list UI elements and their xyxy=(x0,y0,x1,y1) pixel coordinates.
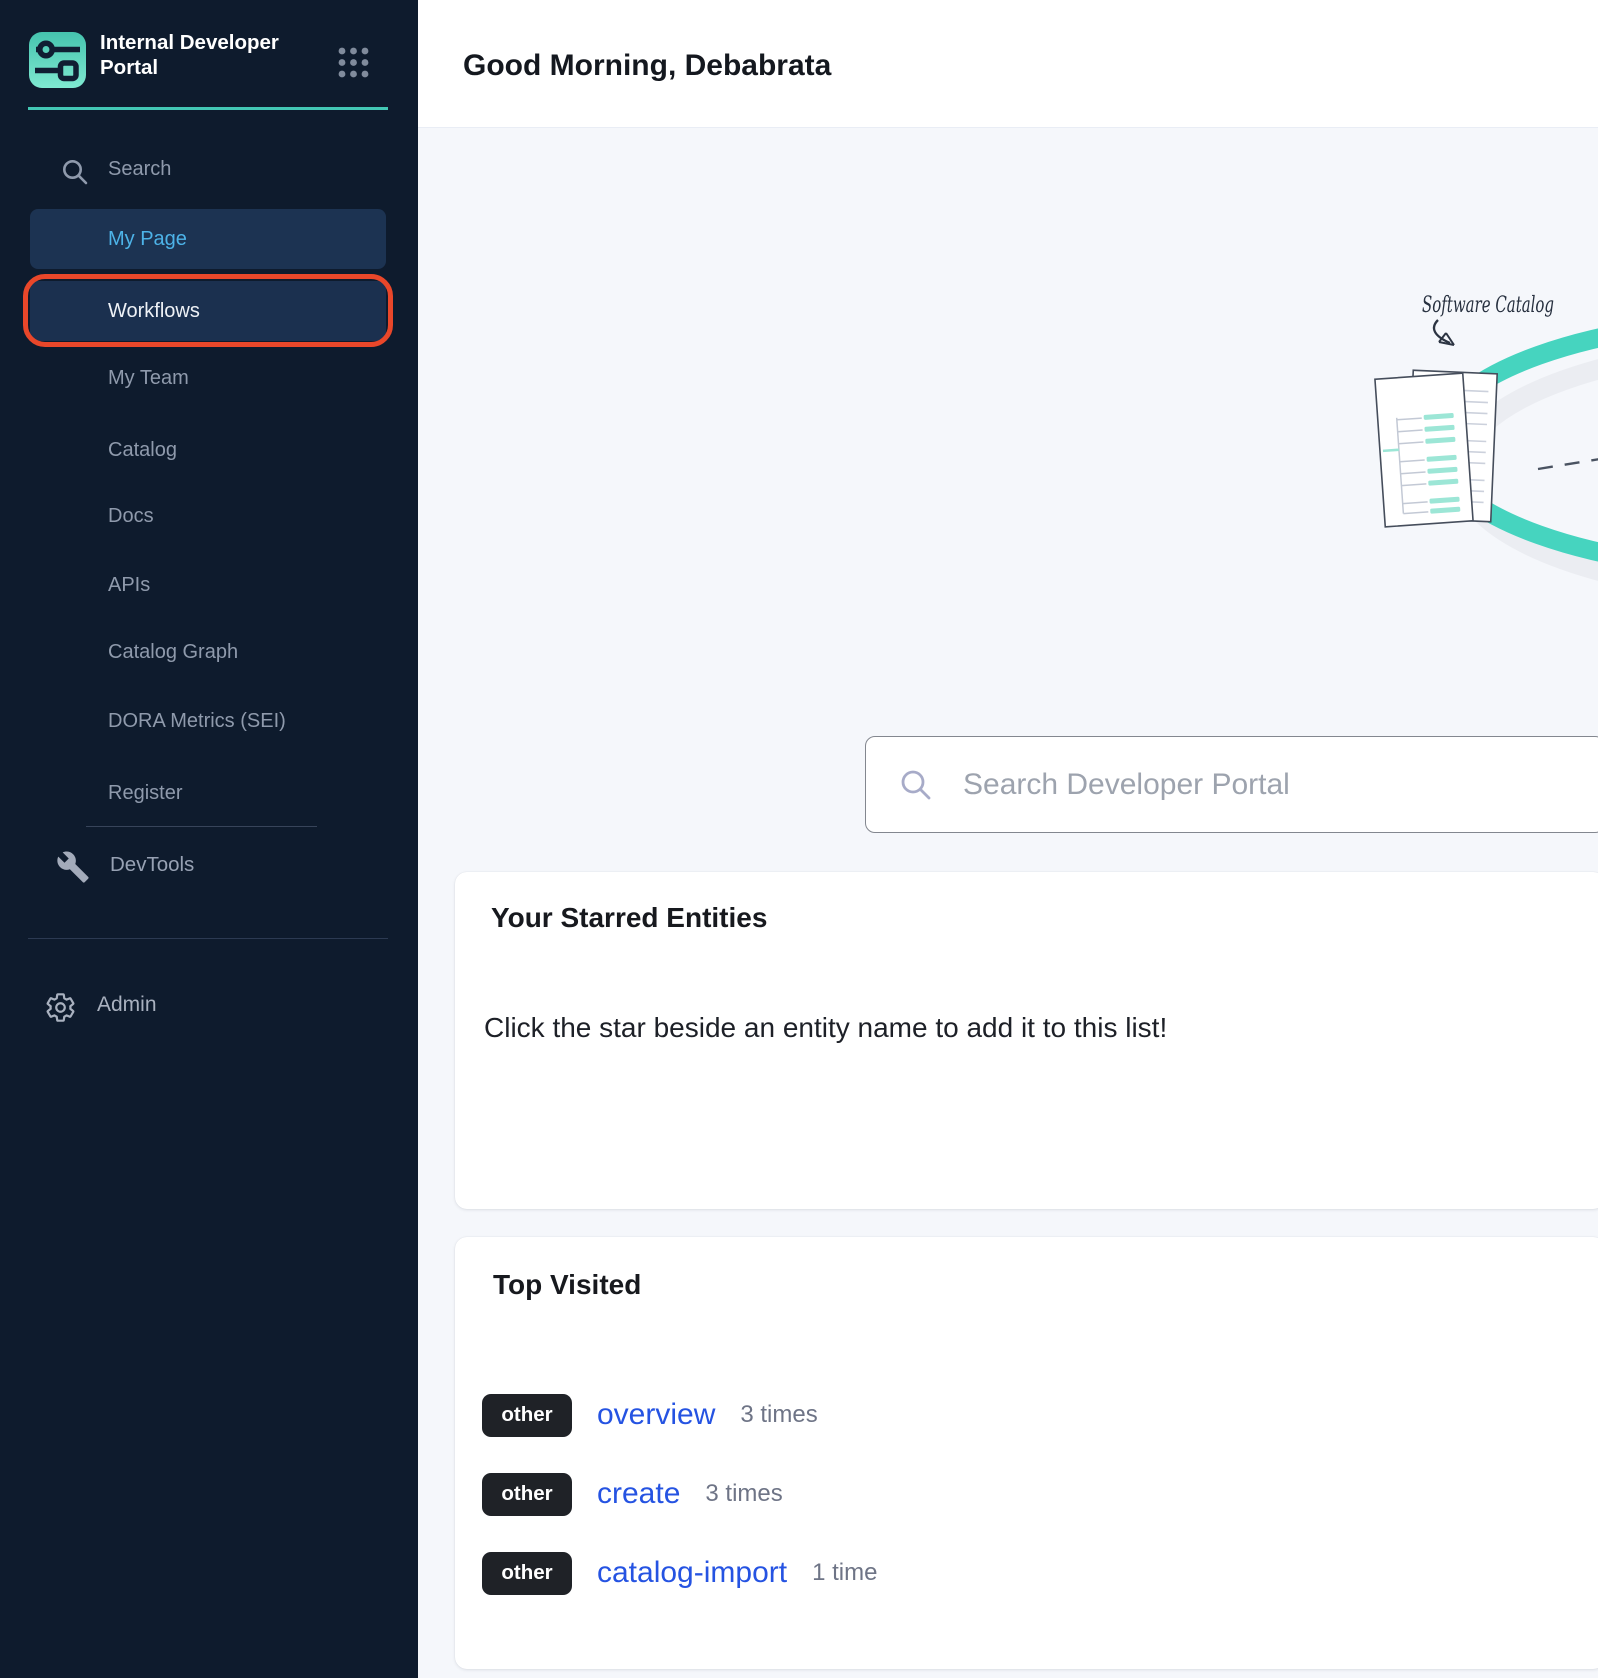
entity-link-create[interactable]: create xyxy=(597,1477,680,1511)
sidebar-item-catalog[interactable]: Catalog xyxy=(108,436,177,464)
sidebar-item-admin[interactable]: Admin xyxy=(0,985,418,1029)
sidebar-item-my-page[interactable]: My Page xyxy=(30,209,386,269)
top-visited-row: other create 3 times xyxy=(482,1472,783,1516)
starred-empty-message: Click the star beside an entity name to … xyxy=(484,1012,1167,1044)
sidebar-item-label: Search xyxy=(108,158,171,181)
kind-badge: other xyxy=(482,1552,572,1595)
sidebar: Internal Developer Portal Search My Page… xyxy=(0,0,418,1678)
sidebar-item-label: My Page xyxy=(108,228,187,251)
search-icon xyxy=(899,768,933,802)
sidebar-item-catalog-graph[interactable]: Catalog Graph xyxy=(108,638,238,666)
visit-count: 3 times xyxy=(705,1480,782,1508)
idp-home-page: { "sidebar": { "title": "Internal Develo… xyxy=(0,0,1598,1678)
kind-badge: other xyxy=(482,1394,572,1437)
sidebar-item-label: DevTools xyxy=(110,853,194,877)
workflow-logo-glyph xyxy=(29,32,86,88)
sidebar-divider xyxy=(86,826,317,827)
dashed-line xyxy=(1538,459,1598,469)
kind-badge: other xyxy=(482,1473,572,1516)
search-icon xyxy=(60,157,90,187)
sidebar-item-label: Workflows xyxy=(108,300,200,323)
top-visited-card: Top Visited other overview 3 times other… xyxy=(455,1237,1598,1669)
software-catalog-illustration: Software Catalog xyxy=(1180,230,1598,640)
sidebar-item-my-team[interactable]: My Team xyxy=(108,364,189,392)
top-visited-title: Top Visited xyxy=(493,1269,641,1301)
sidebar-item-dora-metrics[interactable]: DORA Metrics (SEI) xyxy=(108,707,286,735)
sidebar-item-apis[interactable]: APIs xyxy=(108,571,150,599)
search-input[interactable] xyxy=(963,768,1523,802)
starred-entities-title: Your Starred Entities xyxy=(491,902,767,934)
brand-divider xyxy=(28,107,388,110)
entity-link-catalog-import[interactable]: catalog-import xyxy=(597,1556,787,1590)
illustration-label: Software Catalog xyxy=(1422,293,1554,318)
portal-search-bar xyxy=(865,736,1598,833)
visit-count: 1 time xyxy=(812,1559,877,1587)
arrow-head xyxy=(1439,333,1454,345)
document-front-page xyxy=(1375,373,1473,527)
apps-grid-icon[interactable] xyxy=(337,46,370,84)
starred-entities-card: Your Starred Entities Click the star bes… xyxy=(455,872,1598,1209)
sidebar-item-docs[interactable]: Docs xyxy=(108,502,154,530)
gear-icon xyxy=(44,991,77,1024)
sidebar-item-devtools[interactable]: DevTools xyxy=(0,845,418,889)
sidebar-item-workflows[interactable]: Workflows xyxy=(30,281,386,341)
greeting-title: Good Morning, Debabrata xyxy=(463,49,831,83)
wrench-icon xyxy=(56,850,90,884)
sidebar-item-search[interactable]: Search xyxy=(0,148,418,198)
sidebar-item-label: Admin xyxy=(97,993,157,1017)
sidebar-item-register[interactable]: Register xyxy=(108,779,182,807)
sidebar-divider xyxy=(28,938,388,939)
top-visited-row: other catalog-import 1 time xyxy=(482,1551,877,1595)
app-title: Internal Developer Portal xyxy=(100,30,315,80)
page-header: Good Morning, Debabrata xyxy=(418,0,1598,128)
visit-count: 3 times xyxy=(740,1401,817,1429)
app-logo-icon[interactable] xyxy=(29,32,86,88)
top-visited-row: other overview 3 times xyxy=(482,1393,818,1437)
entity-link-overview[interactable]: overview xyxy=(597,1398,715,1432)
